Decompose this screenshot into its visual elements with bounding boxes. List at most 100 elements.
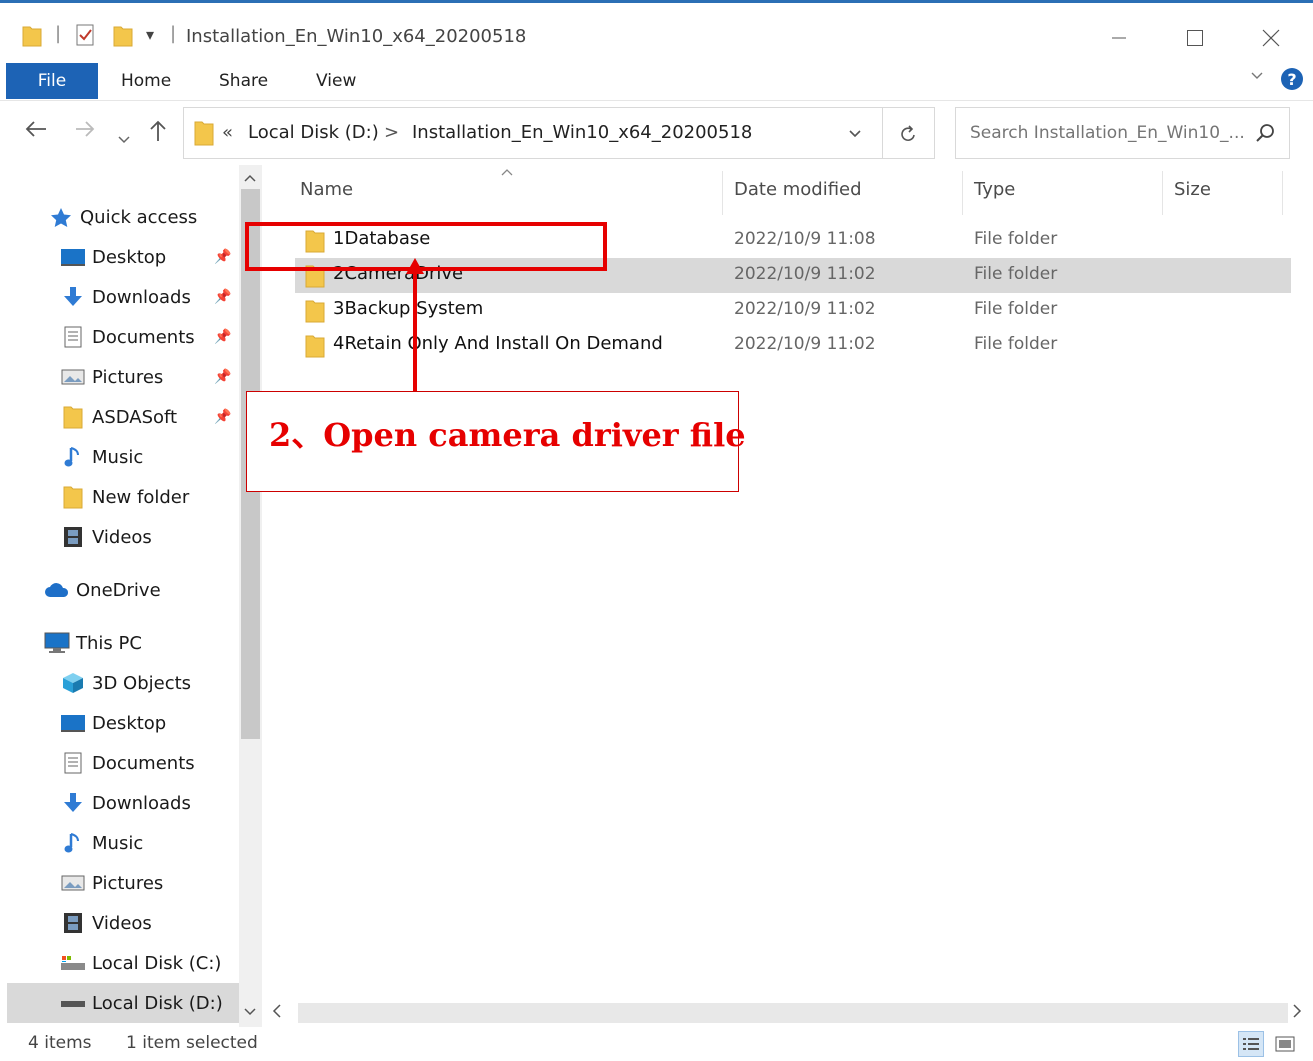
forward-button[interactable] — [74, 119, 96, 145]
chevron-down-icon — [849, 130, 861, 138]
column-header-size[interactable]: Size — [1174, 179, 1211, 200]
horizontal-scrollbar[interactable] — [262, 999, 1313, 1027]
scrollbar-track[interactable] — [298, 1003, 1288, 1023]
sidebar-item-this-pc[interactable]: This PC — [44, 625, 142, 661]
tab-home[interactable]: Home — [121, 71, 171, 91]
sidebar-item-label: Desktop — [92, 712, 167, 734]
qat-dropdown-icon[interactable]: ▾ — [146, 25, 154, 44]
sidebar-item-asdasoft[interactable]: ASDASoft — [60, 399, 177, 435]
sidebar-item-pictures[interactable]: Pictures — [60, 359, 163, 395]
qat-separator: | — [55, 23, 62, 44]
breadcrumb-overflow[interactable]: « — [222, 122, 233, 143]
column-divider[interactable] — [722, 171, 723, 215]
sidebar-item-documents-pc[interactable]: Documents — [60, 745, 195, 781]
sidebar-item-label: Desktop — [92, 246, 167, 268]
breadcrumb-local-disk-d[interactable]: Local Disk (D:) — [248, 122, 379, 143]
column-divider[interactable] — [962, 171, 963, 215]
back-arrow-icon — [25, 121, 46, 137]
drive-d-icon — [60, 992, 86, 1014]
file-row-3backup-system[interactable]: 3Backup System 2022/10/9 11:02 File fold… — [295, 293, 1291, 328]
column-divider[interactable] — [1162, 171, 1163, 215]
sidebar-item-pictures-pc[interactable]: Pictures — [60, 865, 163, 901]
file-name: 4Retain Only And Install On Demand — [333, 333, 663, 354]
help-icon[interactable]: ? — [1281, 68, 1303, 90]
sidebar-item-documents[interactable]: Documents — [60, 319, 195, 355]
sidebar-item-label: New folder — [92, 486, 190, 508]
recent-locations-button[interactable] — [118, 125, 130, 150]
status-bar: 4 items 1 item selected — [0, 1027, 1313, 1061]
title-bar: | ▾ | Installation_En_Win10_x64_20200518 — [0, 3, 1313, 61]
documents-icon — [60, 752, 86, 774]
sidebar-item-videos[interactable]: Videos — [60, 519, 152, 555]
details-view-button[interactable] — [1238, 1031, 1264, 1057]
column-header-type[interactable]: Type — [974, 179, 1015, 200]
sidebar-item-label: This PC — [76, 632, 142, 654]
refresh-button[interactable] — [883, 107, 935, 159]
annotation-highlight-box — [245, 222, 607, 271]
expand-ribbon-icon[interactable] — [1250, 69, 1264, 85]
sidebar-item-local-disk-c[interactable]: Local Disk (C:) — [60, 945, 221, 981]
sidebar-item-label: Downloads — [92, 792, 191, 814]
sidebar-item-videos-pc[interactable]: Videos — [60, 905, 152, 941]
sidebar-item-desktop[interactable]: Desktop — [60, 239, 166, 275]
sidebar-item-local-disk-d[interactable]: Local Disk (D:) — [60, 985, 223, 1021]
sidebar-item-onedrive[interactable]: OneDrive — [44, 572, 161, 608]
folder-icon[interactable] — [22, 25, 42, 51]
pin-icon: 📌 — [214, 369, 232, 385]
column-divider[interactable] — [1282, 171, 1283, 215]
up-button[interactable] — [148, 119, 168, 149]
cloud-icon — [44, 579, 70, 601]
search-icon[interactable] — [1255, 123, 1275, 147]
breadcrumb-separator[interactable]: > — [384, 122, 399, 143]
large-icons-view-button[interactable] — [1272, 1031, 1298, 1057]
sidebar-item-3d-objects[interactable]: 3D Objects — [60, 665, 191, 701]
ribbon-tabs: File Home Share View ? — [0, 61, 1313, 101]
address-bar[interactable]: « Local Disk (D:) > Installation_En_Win1… — [183, 107, 883, 159]
sidebar-item-downloads-pc[interactable]: Downloads — [60, 785, 191, 821]
selection-count: 1 item selected — [126, 1033, 258, 1053]
sidebar-item-quick-access[interactable]: Quick access — [48, 199, 197, 235]
scroll-right-icon[interactable] — [1292, 1003, 1302, 1022]
pin-icon: 📌 — [214, 289, 232, 305]
sidebar-item-label: Videos — [92, 526, 152, 548]
search-box[interactable] — [955, 107, 1290, 159]
properties-icon[interactable] — [75, 24, 95, 50]
sidebar-item-label: Local Disk (C:) — [92, 952, 222, 974]
sidebar-item-label: 3D Objects — [92, 672, 192, 694]
music-icon — [60, 446, 86, 468]
breadcrumb-current-folder[interactable]: Installation_En_Win10_x64_20200518 — [412, 122, 752, 143]
tab-share[interactable]: Share — [219, 71, 268, 91]
scroll-down-icon[interactable] — [244, 1005, 256, 1019]
sidebar-item-new-folder[interactable]: New folder — [60, 479, 189, 515]
tab-view[interactable]: View — [316, 71, 356, 91]
sidebar-item-downloads[interactable]: Downloads — [60, 279, 191, 315]
column-header-date-modified[interactable]: Date modified — [734, 179, 862, 200]
sidebar-item-music-pc[interactable]: Music — [60, 825, 143, 861]
new-folder-icon[interactable] — [113, 25, 133, 51]
folder-icon — [305, 299, 325, 327]
file-date: 2022/10/9 11:08 — [734, 229, 876, 249]
navigation-pane-scrollbar[interactable] — [239, 165, 262, 1027]
column-header-name[interactable]: Name — [300, 179, 353, 200]
search-input[interactable] — [968, 122, 1248, 144]
maximize-icon — [1187, 30, 1203, 46]
pictures-icon — [60, 872, 86, 894]
sidebar-item-label: Music — [92, 446, 144, 468]
tab-file[interactable]: File — [6, 63, 98, 99]
large-icons-view-icon — [1275, 1036, 1295, 1052]
pin-icon: 📌 — [214, 329, 232, 345]
scroll-up-icon[interactable] — [244, 171, 256, 185]
drive-c-icon — [60, 952, 86, 974]
file-type: File folder — [974, 229, 1058, 249]
sidebar-item-desktop-pc[interactable]: Desktop — [60, 705, 166, 741]
scroll-left-icon[interactable] — [272, 1003, 282, 1022]
download-icon — [60, 792, 86, 814]
file-row-4retain-only[interactable]: 4Retain Only And Install On Demand 2022/… — [295, 328, 1291, 363]
address-dropdown-button[interactable] — [848, 124, 862, 143]
back-button[interactable] — [24, 119, 48, 145]
minimize-button[interactable] — [1096, 21, 1142, 55]
maximize-button[interactable] — [1172, 21, 1218, 55]
close-button[interactable] — [1248, 21, 1294, 55]
sidebar-item-label: Quick access — [80, 206, 198, 228]
sidebar-item-music[interactable]: Music — [60, 439, 143, 475]
